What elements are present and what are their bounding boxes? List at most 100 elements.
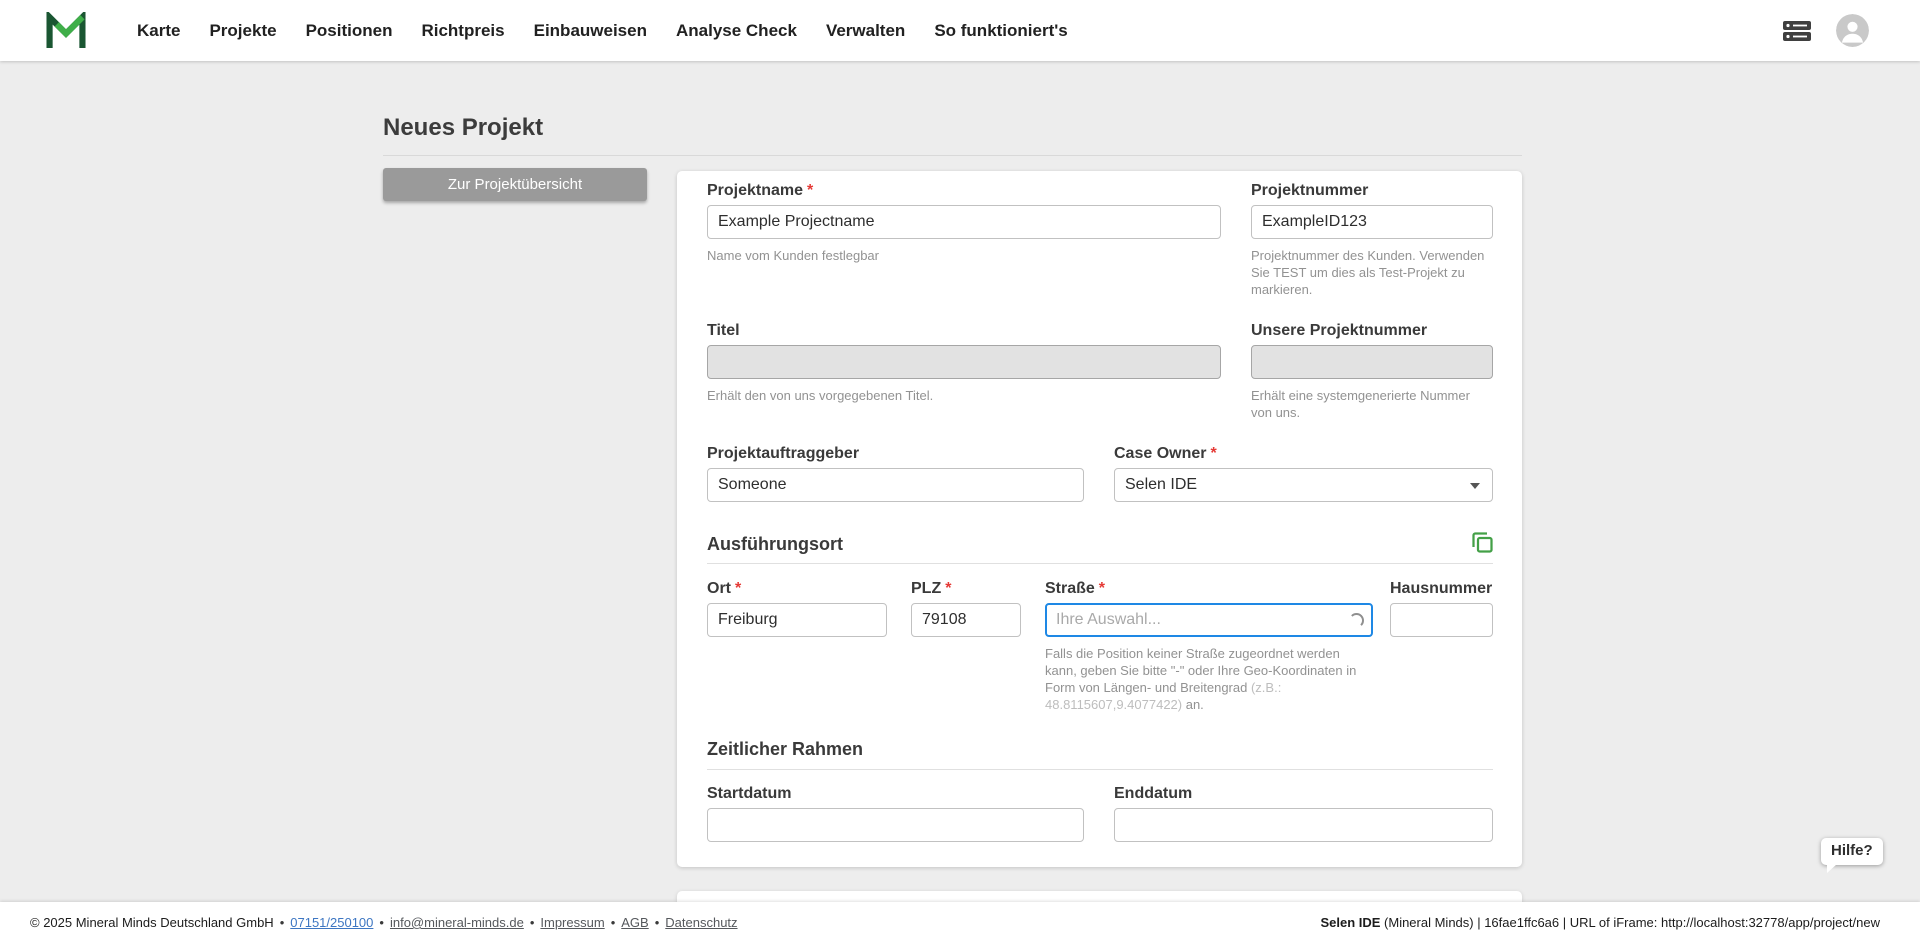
field-unsere-projektnummer: Unsere Projektnummer Erhält eine systemg… [1251, 321, 1493, 421]
nav-item-richtpreis[interactable]: Richtpreis [421, 21, 504, 41]
field-titel: Titel Erhält den von uns vorgegebenen Ti… [707, 321, 1221, 404]
footer: © 2025 Mineral Minds Deutschland GmbH • … [0, 902, 1920, 943]
required-asterisk: * [945, 580, 951, 597]
section-divider [707, 563, 1493, 564]
strasse-helper-text-end: an. [1182, 697, 1204, 712]
projektnummer-label-text: Projektnummer [1251, 182, 1368, 199]
hausnummer-label-text: Hausnummer [1390, 580, 1492, 597]
plz-input[interactable] [911, 603, 1021, 637]
top-navbar: Karte Projekte Positionen Richtpreis Ein… [0, 0, 1920, 61]
user-avatar[interactable] [1836, 14, 1869, 47]
field-case-owner: Case Owner* Selen IDE [1114, 444, 1493, 502]
unsere-projektnummer-label: Unsere Projektnummer [1251, 321, 1493, 341]
field-projektauftraggeber: Projektauftraggeber [707, 444, 1084, 502]
title-divider [383, 155, 1522, 156]
copyright-text: © 2025 Mineral Minds Deutschland GmbH [30, 915, 274, 930]
strasse-label-text: Straße [1045, 580, 1095, 597]
projektname-label: Projektname* [707, 181, 1221, 201]
app-root: Karte Projekte Positionen Richtpreis Ein… [0, 0, 1920, 943]
section-title-ausfuehrungsort: Ausführungsort [707, 534, 843, 555]
projektauftraggeber-label-text: Projektauftraggeber [707, 445, 859, 462]
separator-dot: • [379, 915, 384, 930]
unsere-projektnummer-helper: Erhält eine systemgenerierte Nummer von … [1251, 387, 1493, 421]
footer-link-agb[interactable]: AGB [621, 915, 648, 930]
section-title-zeitlicher-rahmen: Zeitlicher Rahmen [707, 739, 863, 760]
server-icon[interactable] [1782, 20, 1812, 42]
session-details: (Mineral Minds) | 16fae1ffc6a6 | URL of … [1380, 915, 1880, 930]
separator-dot: • [611, 915, 616, 930]
help-button[interactable]: Hilfe? [1821, 838, 1883, 865]
help-button-label: Hilfe? [1831, 842, 1873, 859]
field-plz: PLZ* [911, 579, 1021, 637]
back-to-project-overview-button[interactable]: Zur Projektübersicht [383, 168, 647, 201]
page-title: Neues Projekt [383, 114, 543, 142]
nav-item-projekte[interactable]: Projekte [209, 21, 276, 41]
ort-input[interactable] [707, 603, 887, 637]
nav-item-positionen[interactable]: Positionen [306, 21, 393, 41]
required-asterisk: * [807, 182, 813, 199]
unsere-projektnummer-label-text: Unsere Projektnummer [1251, 322, 1427, 339]
case-owner-label-text: Case Owner [1114, 445, 1206, 462]
session-user: Selen IDE [1320, 915, 1380, 930]
projektname-label-text: Projektname [707, 182, 803, 199]
field-strasse: Straße* Falls die Position keiner Straße… [1045, 579, 1373, 713]
strasse-input[interactable] [1045, 603, 1373, 637]
field-ort: Ort* [707, 579, 887, 637]
projektnummer-helper: Projektnummer des Kunden. Verwenden Sie … [1251, 247, 1493, 298]
separator-dot: • [280, 915, 285, 930]
titel-label: Titel [707, 321, 1221, 341]
plz-label-text: PLZ [911, 580, 941, 597]
case-owner-selected-value: Selen IDE [1125, 476, 1197, 494]
projektname-helper: Name vom Kunden festlegbar [707, 247, 1221, 264]
section-divider [707, 769, 1493, 770]
new-project-form-card: Projektname* Name vom Kunden festlegbar … [677, 171, 1522, 867]
projektnummer-input[interactable] [1251, 205, 1493, 239]
separator-dot: • [655, 915, 660, 930]
next-card-sliver [677, 891, 1522, 902]
plz-label: PLZ* [911, 579, 1021, 599]
strasse-helper: Falls die Position keiner Straße zugeord… [1045, 645, 1373, 713]
required-asterisk: * [1099, 580, 1105, 597]
copy-icon[interactable] [1469, 529, 1497, 557]
ort-label: Ort* [707, 579, 887, 599]
nav-item-einbauweisen[interactable]: Einbauweisen [534, 21, 647, 41]
nav-item-verwalten[interactable]: Verwalten [826, 21, 905, 41]
field-projektnummer: Projektnummer Projektnummer des Kunden. … [1251, 181, 1493, 298]
footer-info: © 2025 Mineral Minds Deutschland GmbH • … [30, 915, 738, 930]
required-asterisk: * [1210, 445, 1216, 462]
hausnummer-label: Hausnummer [1390, 579, 1493, 599]
footer-link-email[interactable]: info@mineral-minds.de [390, 915, 524, 930]
required-asterisk: * [735, 580, 741, 597]
separator-dot: • [530, 915, 535, 930]
titel-helper: Erhält den von uns vorgegebenen Titel. [707, 387, 1221, 404]
field-hausnummer: Hausnummer [1390, 579, 1493, 637]
titel-label-text: Titel [707, 322, 740, 339]
footer-link-phone[interactable]: 07151/250100 [290, 915, 373, 930]
case-owner-label: Case Owner* [1114, 444, 1493, 464]
projektauftraggeber-input[interactable] [707, 468, 1084, 502]
enddatum-input[interactable] [1114, 808, 1493, 842]
hausnummer-input[interactable] [1390, 603, 1493, 637]
footer-link-impressum[interactable]: Impressum [540, 915, 604, 930]
field-startdatum: Startdatum [707, 784, 1084, 842]
enddatum-label-text: Enddatum [1114, 785, 1192, 802]
startdatum-input[interactable] [707, 808, 1084, 842]
chevron-down-icon [1470, 483, 1480, 489]
projektname-input[interactable] [707, 205, 1221, 239]
brand-logo[interactable] [45, 11, 87, 51]
nav-item-karte[interactable]: Karte [137, 21, 180, 41]
field-projektname: Projektname* Name vom Kunden festlegbar [707, 181, 1221, 264]
strasse-label: Straße* [1045, 579, 1373, 599]
projektauftraggeber-label: Projektauftraggeber [707, 444, 1084, 464]
field-enddatum: Enddatum [1114, 784, 1493, 842]
strasse-helper-text: Falls die Position keiner Straße zugeord… [1045, 646, 1356, 695]
main-nav: Karte Projekte Positionen Richtpreis Ein… [137, 21, 1068, 41]
nav-item-so-funktionierts[interactable]: So funktioniert's [934, 21, 1067, 41]
case-owner-select[interactable]: Selen IDE [1114, 468, 1493, 502]
nav-item-analyse-check[interactable]: Analyse Check [676, 21, 797, 41]
person-icon [1836, 14, 1869, 47]
footer-link-datenschutz[interactable]: Datenschutz [665, 915, 737, 930]
loading-spinner-icon [1349, 613, 1364, 628]
startdatum-label: Startdatum [707, 784, 1084, 804]
titel-input [707, 345, 1221, 379]
